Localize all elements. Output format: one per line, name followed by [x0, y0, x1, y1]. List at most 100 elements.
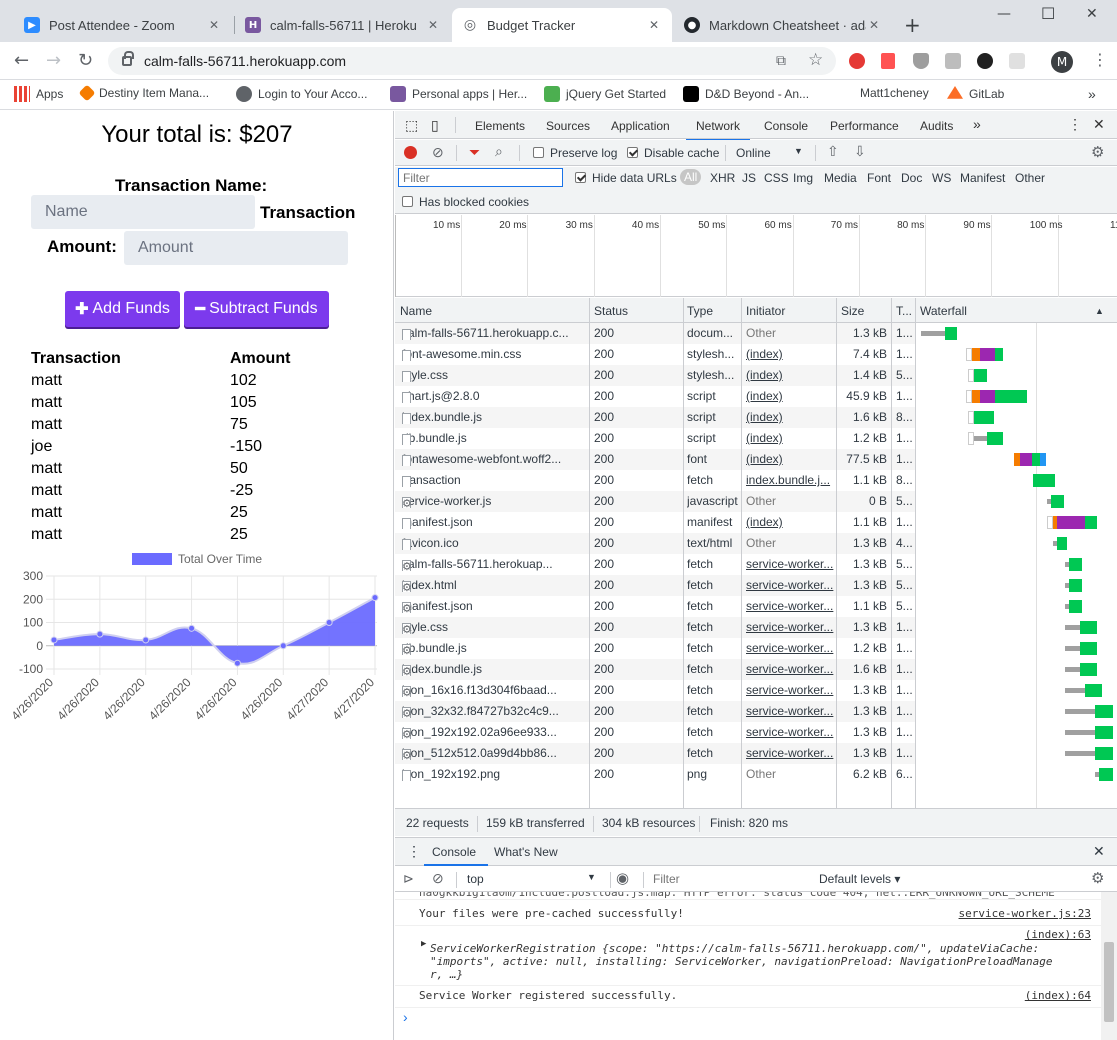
request-row[interactable]: db.bundle.js 200 script (index) 1.2 kB 1...	[395, 428, 915, 449]
new-tab-button[interactable]: +	[904, 13, 921, 37]
drawer-menu-icon[interactable]: ⋮	[407, 843, 421, 860]
request-row[interactable]: calm-falls-56711.herokuapp.c... 200 docum.…	[395, 323, 915, 344]
request-row[interactable]: ⚙ calm-falls-56711.herokuap... 200 fetch ser…	[395, 554, 915, 575]
type-filter-other[interactable]: Other	[1015, 171, 1045, 185]
request-initiator-cell[interactable]: (index)	[746, 452, 834, 466]
column-header-waterfall[interactable]: Waterfall	[920, 304, 967, 318]
console-filter-input[interactable]: Filter	[653, 872, 680, 886]
network-filter-input[interactable]: Filter	[398, 168, 563, 187]
request-row[interactable]: ⚙ index.bundle.js 200 fetch service-worker..…	[395, 659, 915, 680]
close-icon[interactable]: ✕	[206, 18, 222, 32]
add-funds-button[interactable]: ✚ Add Funds	[65, 291, 180, 327]
close-icon[interactable]: ✕	[646, 18, 662, 32]
filter-funnel-icon[interactable]: ⏷	[469, 144, 480, 161]
name-input[interactable]: Name	[31, 195, 255, 229]
message-source-link[interactable]: service-worker.js:23	[959, 907, 1091, 920]
request-row[interactable]: ⚙ icon_32x32.f84727b32c4c9... 200 fetch serv…	[395, 701, 915, 722]
tab-heroku[interactable]: H calm-falls-56711 | Heroku ✕	[235, 8, 451, 42]
eye-icon[interactable]: ◉	[616, 869, 629, 887]
drawer-tab-whats-new[interactable]: What's New	[494, 845, 558, 859]
request-row[interactable]: index.bundle.js 200 script (index) 1.6 kB 8..…	[395, 407, 915, 428]
profile-avatar[interactable]: M	[1051, 51, 1073, 73]
request-row[interactable]: font-awesome.min.css 200 stylesh... (index)…	[395, 344, 915, 365]
type-filter-ws[interactable]: WS	[932, 171, 951, 185]
request-row[interactable]: ⚙ icon_512x512.0a99d4bb86... 200 fetch servi…	[395, 743, 915, 764]
request-initiator-cell[interactable]: service-worker...	[746, 662, 834, 676]
record-icon[interactable]	[404, 146, 417, 159]
forward-icon[interactable]: →	[46, 50, 61, 71]
clear-console-icon[interactable]: ⊘	[432, 870, 444, 887]
tab-console[interactable]: Console	[764, 119, 808, 133]
sort-ascending-icon[interactable]: ▲	[1095, 306, 1104, 316]
tab-performance[interactable]: Performance	[830, 119, 899, 133]
drawer-close-icon[interactable]: ✕	[1093, 843, 1105, 860]
minimize-icon[interactable]: —	[997, 6, 1011, 22]
tab-audits[interactable]: Audits	[920, 119, 953, 133]
search-icon[interactable]: ⌕	[495, 143, 503, 160]
request-row[interactable]: chart.js@2.8.0 200 script (index) 45.9 kB 1..…	[395, 386, 915, 407]
type-filter-all[interactable]: All	[680, 169, 702, 185]
column-header-size[interactable]: Size	[841, 304, 864, 318]
type-filter-xhr[interactable]: XHR	[710, 171, 735, 185]
request-initiator-cell[interactable]: service-worker...	[746, 599, 834, 613]
device-toolbar-icon[interactable]: ▯	[431, 117, 439, 134]
request-row[interactable]: manifest.json 200 manifest (index) 1.1 kB 1..…	[395, 512, 915, 533]
tab-application[interactable]: Application	[611, 119, 670, 133]
tab-network[interactable]: Network	[685, 119, 751, 141]
request-initiator-cell[interactable]: service-worker...	[746, 683, 834, 697]
sidebar-toggle-icon[interactable]: ⊳	[403, 871, 414, 887]
type-filter-font[interactable]: Font	[867, 171, 891, 185]
open-app-icon[interactable]: ⧉	[776, 53, 786, 69]
extension-puzzle-icon[interactable]	[1009, 53, 1025, 69]
bookmark-dnd-beyond[interactable]: D&D Beyond - An...	[683, 86, 809, 102]
request-row[interactable]: ⚙ icon_192x192.02a96ee933... 200 fetch servi…	[395, 722, 915, 743]
more-tabs-icon[interactable]: »	[973, 116, 981, 132]
type-filter-manifest[interactable]: Manifest	[960, 171, 1005, 185]
request-row[interactable]: ⚙ index.html 200 fetch service-worker... 1.3 …	[395, 575, 915, 596]
tab-elements[interactable]: Elements	[475, 119, 525, 133]
request-initiator-cell[interactable]: service-worker...	[746, 557, 834, 571]
type-filter-media[interactable]: Media	[824, 171, 857, 185]
column-header-type[interactable]: Type	[687, 304, 713, 318]
extension-record-icon[interactable]	[977, 53, 993, 69]
bookmark-login[interactable]: Login to Your Acco...	[236, 86, 367, 102]
request-row[interactable]: ⚙ icon_16x16.f13d304f6baad... 200 fetch serv…	[395, 680, 915, 701]
message-source-link[interactable]: (index):64	[1025, 989, 1091, 1002]
column-header-name[interactable]: Name	[400, 304, 432, 318]
drawer-tab-console[interactable]: Console	[432, 845, 476, 859]
type-filter-img[interactable]: Img	[793, 171, 813, 185]
request-initiator-cell[interactable]: (index)	[746, 347, 834, 361]
expand-triangle-icon[interactable]: ▶	[421, 939, 426, 949]
context-select[interactable]: top ▼	[467, 872, 597, 886]
message-source-link[interactable]: (index):63	[1025, 928, 1091, 941]
maximize-icon[interactable]: ☐	[1041, 4, 1055, 23]
column-header-initiator[interactable]: Initiator	[746, 304, 785, 318]
request-initiator-cell[interactable]: (index)	[746, 410, 834, 424]
request-row[interactable]: style.css 200 stylesh... (index) 1.4 kB 5...	[395, 365, 915, 386]
request-initiator-cell[interactable]: (index)	[746, 389, 834, 403]
tab-sources[interactable]: Sources	[546, 119, 590, 133]
tab-budget-tracker[interactable]: ◎ Budget Tracker ✕	[452, 8, 672, 42]
request-row[interactable]: ⚙ style.css 200 fetch service-worker... 1.3 k…	[395, 617, 915, 638]
request-initiator-cell[interactable]: (index)	[746, 515, 834, 529]
throttle-select[interactable]: Online ▼	[736, 146, 806, 160]
request-initiator-cell[interactable]: service-worker...	[746, 746, 834, 760]
tab-markdown[interactable]: ● Markdown Cheatsheet · adam ✕	[674, 8, 892, 42]
inspect-element-icon[interactable]: ⬚	[405, 117, 418, 134]
reload-icon[interactable]: ↻	[78, 50, 93, 71]
type-filter-doc[interactable]: Doc	[901, 171, 922, 185]
log-levels-select[interactable]: Default levels ▾	[819, 872, 900, 886]
address-bar[interactable]: calm-falls-56711.herokuapp.com	[108, 47, 836, 75]
request-row[interactable]: transaction 200 fetch index.bundle.j... 1.1 …	[395, 470, 915, 491]
window-close-icon[interactable]: ✕	[1086, 6, 1098, 22]
request-initiator-cell[interactable]: service-worker...	[746, 725, 834, 739]
devtools-menu-icon[interactable]: ⋮	[1068, 116, 1082, 133]
request-initiator-cell[interactable]: service-worker...	[746, 578, 834, 592]
disable-cache-checkbox[interactable]: Disable cache	[627, 146, 719, 160]
subtract-funds-button[interactable]: ━ Subtract Funds	[184, 291, 329, 327]
settings-gear-icon[interactable]: ⚙	[1091, 143, 1104, 161]
type-filter-css[interactable]: CSS	[764, 171, 789, 185]
request-initiator-cell[interactable]: service-worker...	[746, 641, 834, 655]
console-settings-icon[interactable]: ⚙	[1091, 869, 1104, 887]
request-row[interactable]: favicon.ico 200 text/html Other 1.3 kB 4...	[395, 533, 915, 554]
